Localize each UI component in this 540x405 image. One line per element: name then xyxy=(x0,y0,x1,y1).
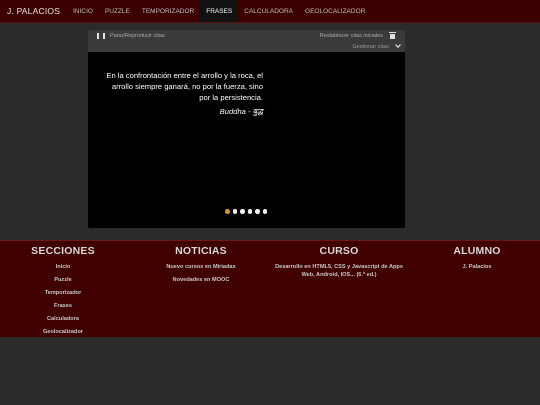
footer-link-miriadax[interactable]: Nuevo cursos en Miriadax xyxy=(156,264,246,270)
carousel-indicators xyxy=(225,209,267,214)
footer-link-mooc[interactable]: Novedades en MOOC xyxy=(156,277,246,283)
footer-link-inicio[interactable]: Inicio xyxy=(23,264,103,270)
footer-noticias-title: NOTICIAS xyxy=(175,245,227,257)
carousel-dot[interactable] xyxy=(247,209,252,214)
site-brand[interactable]: J. PALACIOS xyxy=(0,0,67,22)
pause-icon[interactable] xyxy=(97,33,105,41)
nav-link-puzzle[interactable]: PUZZLE xyxy=(99,0,136,22)
nav-link-frases[interactable]: FRASES xyxy=(200,0,239,22)
site-footer: SECCIONES Inicio Puzzle Temporizador Fra… xyxy=(0,240,540,337)
nav-link-temporizador[interactable]: TEMPORIZADOR xyxy=(136,0,200,22)
footer-link-calculadora[interactable]: Calculadora xyxy=(23,316,103,322)
quote-author: Buddha - बुद्ध xyxy=(219,107,263,116)
footer-link-puzzle[interactable]: Puzzle xyxy=(23,277,103,283)
footer-link-geolocalizador[interactable]: Geolocalizador xyxy=(23,329,103,335)
footer-curso-title: CURSO xyxy=(319,245,359,257)
chevron-down-icon[interactable] xyxy=(395,43,401,49)
footer-secciones: SECCIONES Inicio Puzzle Temporizador Fra… xyxy=(23,245,103,335)
nav-link-calculadora[interactable]: CALCULADORA xyxy=(238,0,299,22)
quote-carousel: Parar/Reproducir citas Restablecer citas… xyxy=(88,30,405,228)
footer-course-description[interactable]: Desarrollo en HTML5, CSS y Javascript de… xyxy=(274,263,404,279)
footer-curso: CURSO Desarrollo en HTML5, CSS y Javascr… xyxy=(274,245,404,279)
pause-play-label[interactable]: Parar/Reproducir citas xyxy=(110,33,165,39)
carousel-dot[interactable] xyxy=(255,209,260,214)
footer-link-temporizador[interactable]: Temporizador xyxy=(23,290,103,296)
top-navbar: J. PALACIOS INICIO PUZZLE TEMPORIZADOR F… xyxy=(0,0,540,23)
footer-secciones-title: SECCIONES xyxy=(31,245,95,257)
footer-alumno-title: ALUMNO xyxy=(453,245,501,257)
footer-link-frases[interactable]: Frases xyxy=(23,303,103,309)
reset-quotes-button[interactable]: Restablecer citas iniciales xyxy=(320,33,383,39)
footer-noticias: NOTICIAS Nuevo cursos en Miriadax Noveda… xyxy=(156,245,246,283)
nav-link-geolocalizador[interactable]: GEOLOCALIZADOR xyxy=(299,0,371,22)
carousel-dot[interactable] xyxy=(225,209,230,214)
nav-link-inicio[interactable]: INICIO xyxy=(67,0,99,22)
carousel-dot[interactable] xyxy=(262,209,267,214)
trash-icon[interactable] xyxy=(389,32,396,39)
footer-alumno: ALUMNO J. Palacios xyxy=(441,245,513,270)
footer-student-name[interactable]: J. Palacios xyxy=(441,264,513,270)
carousel-dot[interactable] xyxy=(240,209,245,214)
carousel-dot[interactable] xyxy=(232,209,237,214)
manage-quotes-button[interactable]: Gestionar citas xyxy=(352,44,389,50)
quote-text: En la confrontación entre el arrollo y l… xyxy=(106,71,263,102)
